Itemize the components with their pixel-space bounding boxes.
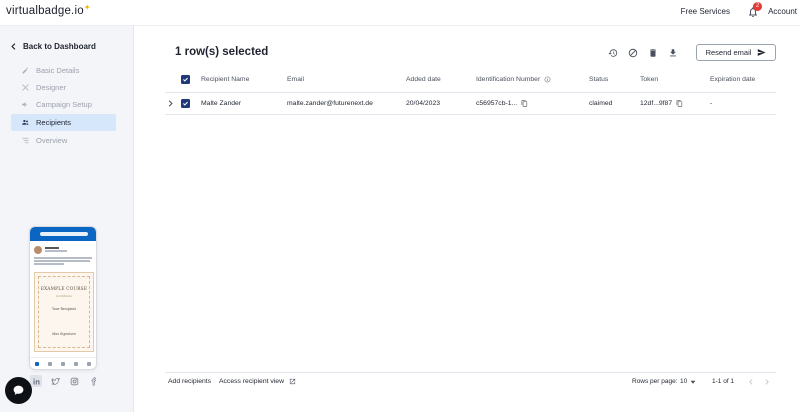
token-value: 12df...9f87 xyxy=(640,100,673,107)
sidebar-item-recipients[interactable]: Recipients xyxy=(11,114,116,131)
col-recipient-name[interactable]: Recipient Name xyxy=(201,66,249,92)
certificate-signature: Max Signature xyxy=(52,332,76,336)
access-recipient-view-link[interactable]: Access recipient view xyxy=(219,378,296,385)
back-to-dashboard-link[interactable]: Back to Dashboard xyxy=(10,42,96,51)
certificate-recipient: Your Recipient xyxy=(52,307,76,311)
app-root: virtualbadge.io✦ Free Services 2 Account… xyxy=(0,0,800,412)
pagination-range: 1-1 of 1 xyxy=(712,378,735,385)
expand-row-button[interactable] xyxy=(167,93,174,114)
download-icon[interactable] xyxy=(666,46,680,60)
select-all-checkbox[interactable] xyxy=(181,66,190,92)
col-expiration-date[interactable]: Expiration date xyxy=(710,66,755,92)
bulk-actions-toolbar: Resend email xyxy=(606,44,776,61)
cell-status: claimed xyxy=(589,100,613,107)
info-icon[interactable] xyxy=(544,76,551,83)
logo[interactable]: virtualbadge.io✦ xyxy=(6,3,91,17)
col-identification-label: Identification Number xyxy=(476,75,541,83)
notification-badge: 2 xyxy=(753,2,762,11)
recipients-icon xyxy=(22,119,29,125)
twitter-icon[interactable] xyxy=(49,375,61,387)
designer-icon xyxy=(22,84,29,91)
col-status[interactable]: Status xyxy=(589,66,608,92)
col-email[interactable]: Email xyxy=(287,66,304,92)
table-footer: Add recipients Access recipient view Row… xyxy=(165,372,776,394)
sidebar-item-label: Basic Details xyxy=(36,66,80,75)
edit-icon xyxy=(22,67,29,74)
linkedin-post-preview: EXAMPLE COURSE Certificate Your Recipien… xyxy=(29,226,97,370)
campaign-icon xyxy=(22,102,27,107)
sidebar-item-designer[interactable]: Designer xyxy=(11,79,116,96)
page-title: 1 row(s) selected xyxy=(175,46,269,58)
list-icon xyxy=(22,137,29,144)
col-identification-number[interactable]: Identification Number xyxy=(476,66,551,92)
prev-page-button[interactable] xyxy=(747,378,755,386)
cell-identification-number: c56957cb-1... xyxy=(476,93,528,114)
sidebar-item-label: Recipients xyxy=(36,118,72,127)
back-label: Back to Dashboard xyxy=(23,42,96,51)
resend-email-label: Resend email xyxy=(705,48,752,57)
rows-per-page-select[interactable]: 10 xyxy=(680,378,696,385)
add-recipients-label: Add recipients xyxy=(168,378,212,385)
cell-token: 12df...9f87 xyxy=(640,93,683,114)
preview-header xyxy=(30,227,96,241)
sidebar-item-label: Campaign Setup xyxy=(36,100,92,109)
account-menu[interactable]: Account xyxy=(768,7,797,16)
send-icon xyxy=(758,49,767,56)
chat-icon xyxy=(13,385,24,395)
table-row[interactable]: Malte Zander malte.zander@futurenext.de … xyxy=(165,93,776,115)
sidebar-item-label: Designer xyxy=(36,83,67,92)
external-link-icon xyxy=(289,378,296,385)
instagram-icon[interactable] xyxy=(68,375,80,387)
sidebar-item-campaign-setup[interactable]: Campaign Setup xyxy=(11,96,116,113)
row-checkbox[interactable] xyxy=(181,93,190,114)
top-bar: virtualbadge.io✦ Free Services 2 Account xyxy=(0,0,800,26)
logo-text: virtualbadge.io xyxy=(6,5,84,17)
chat-widget-button[interactable] xyxy=(5,377,32,404)
main-content: 1 row(s) selected Resend email Recipient… xyxy=(135,26,800,412)
cell-recipient-name: Malte Zander xyxy=(201,100,242,107)
col-token[interactable]: Token xyxy=(640,66,658,92)
linkedin-icon[interactable] xyxy=(30,375,42,387)
add-recipients-link[interactable]: Add recipients xyxy=(168,378,211,385)
sidebar-item-label: Overview xyxy=(36,136,68,145)
social-share-row xyxy=(30,375,99,387)
free-services-link[interactable]: Free Services xyxy=(681,7,730,16)
next-page-button[interactable] xyxy=(763,378,771,386)
cell-added-date: 20/04/2023 xyxy=(406,100,441,107)
table-header: Recipient Name Email Added date Identifi… xyxy=(165,66,776,93)
copy-icon[interactable] xyxy=(521,100,528,107)
block-icon[interactable] xyxy=(626,46,640,60)
preview-nav-bar xyxy=(30,357,96,369)
resend-email-button[interactable]: Resend email xyxy=(696,44,776,61)
history-icon[interactable] xyxy=(606,46,620,60)
certificate-subtitle: Certificate xyxy=(55,294,73,298)
certificate-title: EXAMPLE COURSE xyxy=(40,287,88,292)
rows-per-page-label: Rows per page: xyxy=(632,378,678,385)
sidebar-item-overview[interactable]: Overview xyxy=(11,132,116,149)
identification-value: c56957cb-1... xyxy=(476,100,518,107)
caret-down-icon xyxy=(690,380,696,384)
rows-per-page-value: 10 xyxy=(680,378,688,385)
chevron-right-icon xyxy=(168,100,173,107)
chevron-left-icon xyxy=(749,379,753,385)
recipients-table: Recipient Name Email Added date Identifi… xyxy=(165,66,776,115)
copy-icon[interactable] xyxy=(676,100,683,107)
preview-avatar xyxy=(34,246,42,254)
facebook-icon[interactable] xyxy=(87,375,99,387)
delete-icon[interactable] xyxy=(646,46,660,60)
chevron-right-icon xyxy=(765,379,769,385)
col-added-date[interactable]: Added date xyxy=(406,66,441,92)
certificate-preview: EXAMPLE COURSE Certificate Your Recipien… xyxy=(34,272,94,352)
chevron-left-icon xyxy=(11,43,16,50)
sidebar: Back to Dashboard Basic Details Designer… xyxy=(0,26,134,412)
access-recipient-view-label: Access recipient view xyxy=(219,378,284,385)
logo-spark-icon: ✦ xyxy=(83,3,91,12)
cell-expiration-date: - xyxy=(710,100,713,107)
sidebar-item-basic-details[interactable]: Basic Details xyxy=(11,62,116,79)
cell-email: malte.zander@futurenext.de xyxy=(287,100,373,107)
